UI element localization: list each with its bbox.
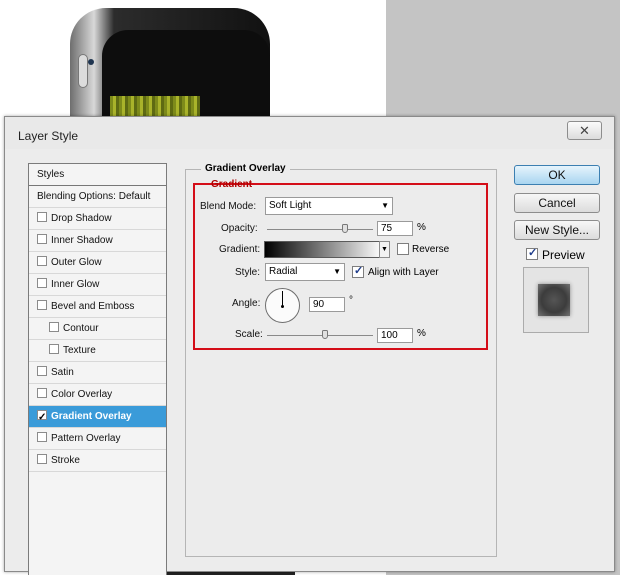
- style-checkbox[interactable]: [37, 256, 47, 266]
- preview-swatch: [538, 284, 570, 316]
- styles-item-label: Stroke: [51, 455, 80, 466]
- angle-indicator: [282, 291, 283, 306]
- style-checkbox[interactable]: [37, 388, 47, 398]
- opacity-unit: %: [417, 222, 426, 233]
- scale-label: Scale:: [235, 329, 263, 340]
- align-with-layer-label: Align with Layer: [368, 267, 439, 278]
- opacity-input[interactable]: 75: [377, 221, 413, 236]
- blend-mode-select[interactable]: Soft Light ▼: [265, 197, 393, 215]
- style-checkbox[interactable]: [37, 234, 47, 244]
- styles-item-label: Bevel and Emboss: [51, 301, 135, 312]
- styles-item-bevel-and-emboss[interactable]: Bevel and Emboss: [29, 296, 166, 318]
- styles-item-label: Drop Shadow: [51, 213, 112, 224]
- angle-input[interactable]: 90: [309, 297, 345, 312]
- phone-camera: [88, 59, 94, 65]
- styles-item-color-overlay[interactable]: Color Overlay: [29, 384, 166, 406]
- style-preview: [523, 267, 589, 333]
- styles-item-label: Color Overlay: [51, 389, 113, 400]
- reverse-label: Reverse: [412, 244, 450, 255]
- styles-item-label: Blending Options: Default: [37, 191, 151, 202]
- style-label: Style:: [235, 267, 261, 278]
- ok-button[interactable]: OK: [514, 165, 600, 185]
- styles-item-pattern-overlay[interactable]: Pattern Overlay: [29, 428, 166, 450]
- style-select[interactable]: Radial ▼: [265, 263, 345, 281]
- preview-checkbox[interactable]: [526, 246, 538, 260]
- style-checkbox[interactable]: [37, 432, 47, 442]
- blend-mode-label: Blend Mode:: [200, 201, 257, 212]
- angle-label: Angle:: [232, 298, 261, 309]
- opacity-label: Opacity:: [221, 223, 258, 234]
- gradient-label: Gradient:: [219, 244, 261, 255]
- style-checkbox[interactable]: [37, 278, 47, 288]
- styles-item-contour[interactable]: Contour: [29, 318, 166, 340]
- scale-slider-thumb[interactable]: [322, 330, 328, 339]
- styles-item-gradient-overlay[interactable]: Gradient Overlay: [29, 406, 166, 429]
- group-title: Gradient: [211, 179, 253, 190]
- angle-dial[interactable]: [265, 288, 300, 323]
- cancel-button[interactable]: Cancel: [514, 193, 600, 213]
- style-checkbox[interactable]: [49, 322, 59, 332]
- style-checkbox[interactable]: [37, 300, 47, 310]
- chevron-down-icon: ▼: [333, 267, 341, 276]
- styles-item-label: Satin: [51, 367, 74, 378]
- close-icon: ✕: [579, 123, 590, 138]
- style-checkbox[interactable]: [37, 212, 47, 222]
- styles-item-inner-shadow[interactable]: Inner Shadow: [29, 230, 166, 252]
- styles-item-label: Inner Shadow: [51, 235, 113, 246]
- styles-list: Styles Blending Options: Default Drop Sha…: [28, 163, 167, 575]
- style-checkbox[interactable]: [37, 454, 47, 464]
- dialog-title: Layer Style: [18, 129, 79, 143]
- styles-item-inner-glow[interactable]: Inner Glow: [29, 274, 166, 296]
- angle-unit: °: [349, 295, 353, 306]
- close-button[interactable]: ✕: [567, 121, 602, 140]
- chevron-down-icon: ▼: [381, 201, 389, 210]
- opacity-slider[interactable]: [267, 224, 373, 233]
- styles-item-label: Outer Glow: [51, 257, 102, 268]
- scale-input[interactable]: 100: [377, 328, 413, 343]
- styles-item-outer-glow[interactable]: Outer Glow: [29, 252, 166, 274]
- scale-slider[interactable]: [267, 330, 373, 339]
- style-checkbox[interactable]: [49, 344, 59, 354]
- style-checkbox[interactable]: [37, 407, 47, 429]
- styles-item-label: Pattern Overlay: [51, 433, 121, 444]
- reverse-checkbox[interactable]: [397, 243, 409, 255]
- opacity-slider-thumb[interactable]: [342, 224, 348, 233]
- styles-item-label: Inner Glow: [51, 279, 100, 290]
- phone-side-button: [78, 54, 88, 88]
- align-with-layer-checkbox[interactable]: [352, 264, 364, 278]
- scale-unit: %: [417, 328, 426, 339]
- chevron-down-icon: ▼: [381, 246, 388, 253]
- layer-style-dialog: Layer Style ✕ Styles Blending Options: D…: [4, 116, 615, 575]
- styles-item-texture[interactable]: Texture: [29, 340, 166, 362]
- styles-item-label: Texture: [63, 345, 96, 356]
- styles-item-satin[interactable]: Satin: [29, 362, 166, 384]
- style-checkbox[interactable]: [37, 366, 47, 376]
- styles-item-blending-options-default[interactable]: Blending Options: Default: [29, 186, 166, 208]
- section-title: Gradient Overlay: [201, 163, 290, 174]
- dialog-titlebar[interactable]: Layer Style ✕: [5, 117, 614, 149]
- angle-center-dot: [281, 305, 284, 308]
- styles-item-label: Contour: [63, 323, 99, 334]
- gradient-picker[interactable]: [264, 241, 383, 258]
- styles-list-header[interactable]: Styles: [29, 164, 166, 186]
- styles-item-stroke[interactable]: Stroke: [29, 450, 166, 472]
- new-style-button[interactable]: New Style...: [514, 220, 600, 240]
- styles-item-label: Gradient Overlay: [51, 411, 132, 422]
- preview-label: Preview: [542, 248, 585, 262]
- gradient-dropdown-button[interactable]: ▼: [379, 241, 390, 258]
- blend-mode-value: Soft Light: [269, 200, 312, 211]
- style-value: Radial: [269, 266, 298, 277]
- styles-item-drop-shadow[interactable]: Drop Shadow: [29, 208, 166, 230]
